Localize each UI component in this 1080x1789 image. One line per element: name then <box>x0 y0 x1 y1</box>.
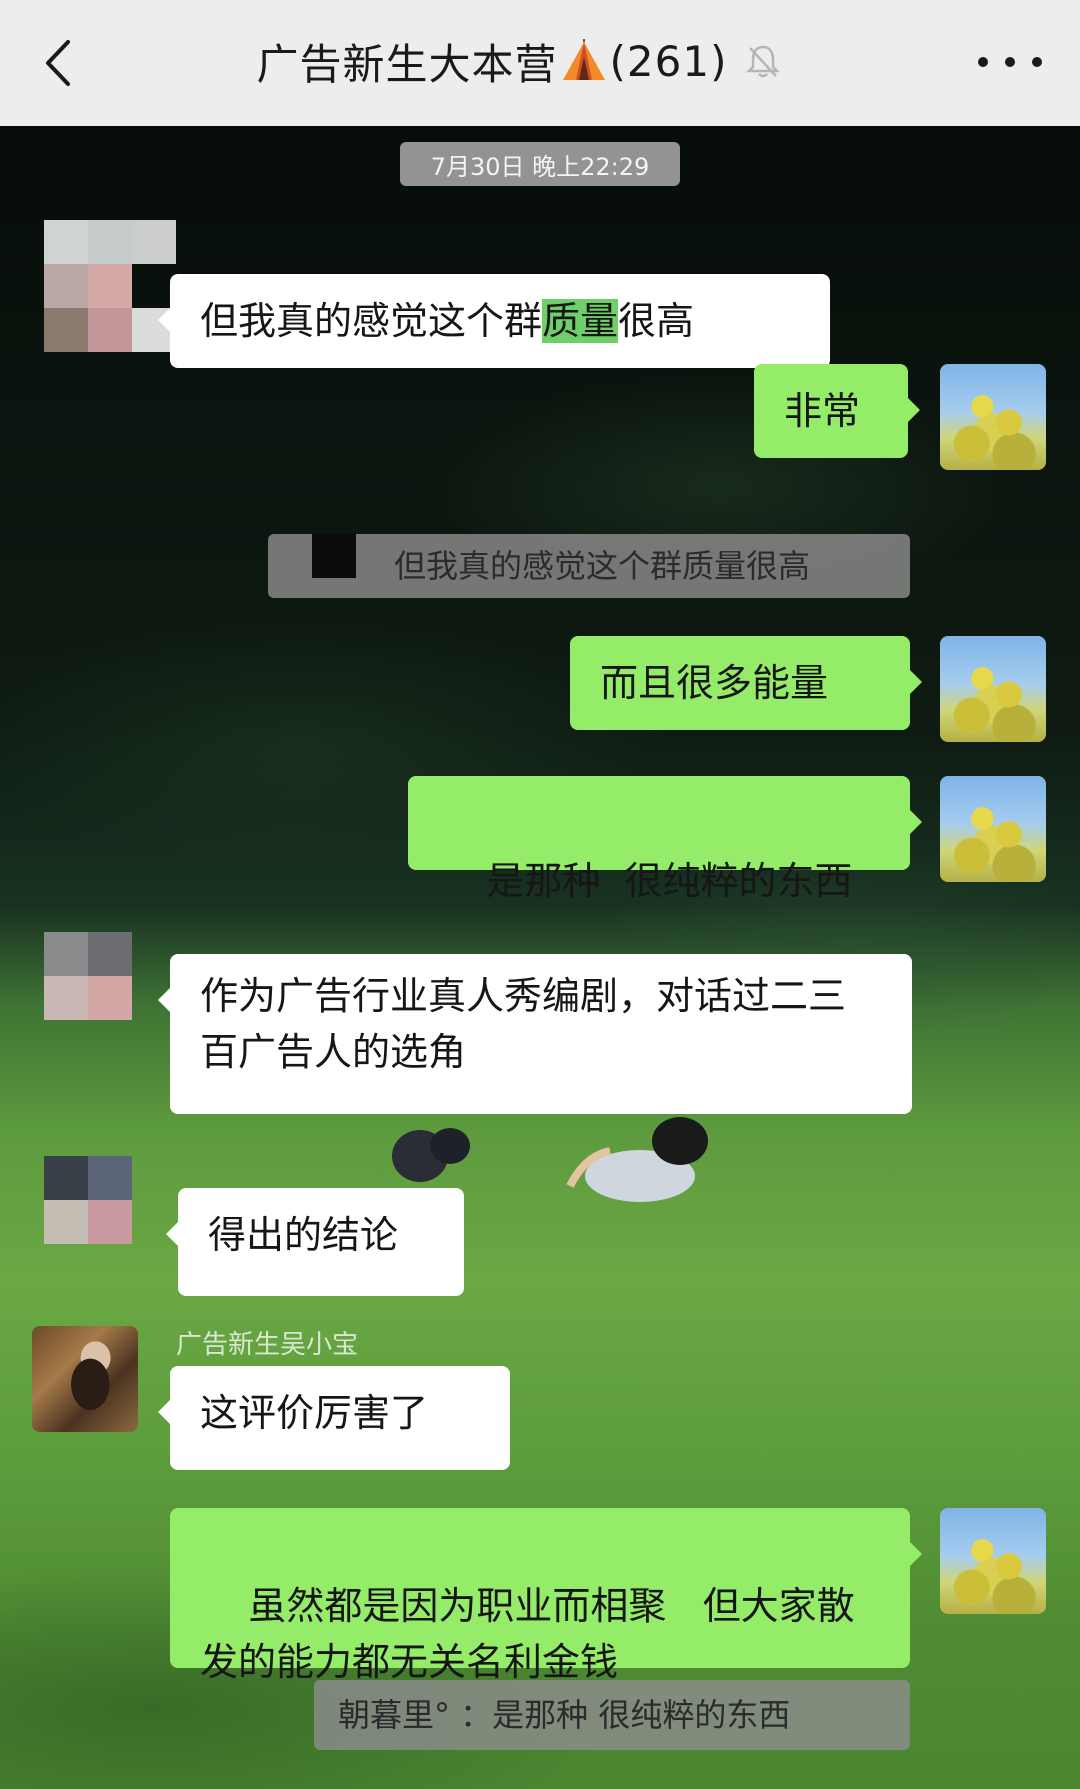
chat-title: 广告新生大本营 (261) <box>200 26 840 96</box>
pixelated-avatar-image <box>44 220 176 352</box>
message-bubble[interactable]: 非常 <box>754 364 920 458</box>
message-bubble[interactable]: 作为广告行业真人秀编剧，对话过二三百广告人的选角 <box>158 954 912 1114</box>
message-text: 但我真的感觉这个群 <box>200 299 543 343</box>
avatar[interactable] <box>940 364 1046 470</box>
more-button[interactable] <box>978 44 1042 80</box>
message-text: 是那种 很纯粹的东西 <box>486 859 853 903</box>
message-text: 而且很多能量 <box>600 661 829 705</box>
group-name: 广告新生大本营 <box>256 39 558 89</box>
avatar[interactable] <box>940 776 1046 882</box>
tent-icon <box>562 39 605 80</box>
message-bubble[interactable]: 但我真的感觉这个群质量很高 <box>158 274 830 368</box>
bell-muted-icon <box>746 45 781 78</box>
avatar[interactable] <box>32 1326 138 1432</box>
message-timestamp: 7月30日 晚上22:29 <box>400 142 680 186</box>
message-bubble[interactable]: 而且很多能量 <box>570 636 922 730</box>
quoted-message[interactable]: 朝暮里° ：是那种 很纯粹的东西 <box>314 1680 910 1750</box>
highlighted-text: 质量 <box>542 299 619 343</box>
quoted-message[interactable]: 但我真的感觉这个群质量很高 <box>268 534 910 598</box>
chat-header: 广告新生大本营 (261) <box>0 0 1080 126</box>
message-text: 这评价厉害了 <box>200 1391 429 1435</box>
pixelated-avatar-image <box>44 932 132 1020</box>
back-button[interactable] <box>40 38 80 88</box>
avatar[interactable] <box>940 1508 1046 1614</box>
message-text: 非常 <box>784 389 861 433</box>
message-text: 得出的结论 <box>208 1213 399 1257</box>
chat-area[interactable]: 7月30日 晚上22:29 但我真的感觉这个群质量很高 非常 但我真的感觉这个群… <box>0 126 1080 1789</box>
message-bubble[interactable]: 是那种 很纯粹的东西 <box>408 776 922 903</box>
message-text: 作为广告行业真人秀编剧，对话过二三百广告人的选角 <box>200 974 847 1074</box>
message-bubble[interactable]: 这评价厉害了 <box>158 1366 510 1470</box>
sender-name: 广告新生吴小宝 <box>176 1330 359 1360</box>
quote-text: 但我真的感觉这个群质量很高 <box>394 547 811 585</box>
avatar[interactable] <box>44 1156 150 1262</box>
avatar[interactable] <box>940 636 1046 742</box>
quote-thumbnail <box>312 534 356 578</box>
quote-text: 朝暮里° ：是那种 很纯粹的东西 <box>338 1696 791 1734</box>
message-bubble[interactable]: 虽然都是因为职业而相聚 但大家散发的能力都无关名利金钱 <box>170 1508 922 1684</box>
member-count: (261) <box>609 36 728 86</box>
more-dots-icon <box>978 57 988 67</box>
chevron-left-icon <box>46 40 70 86</box>
message-text: 很高 <box>618 299 695 343</box>
avatar[interactable] <box>44 932 150 1038</box>
message-bubble[interactable]: 得出的结论 <box>166 1188 464 1296</box>
avatar[interactable] <box>44 220 176 352</box>
pixelated-avatar-image <box>44 1156 132 1244</box>
